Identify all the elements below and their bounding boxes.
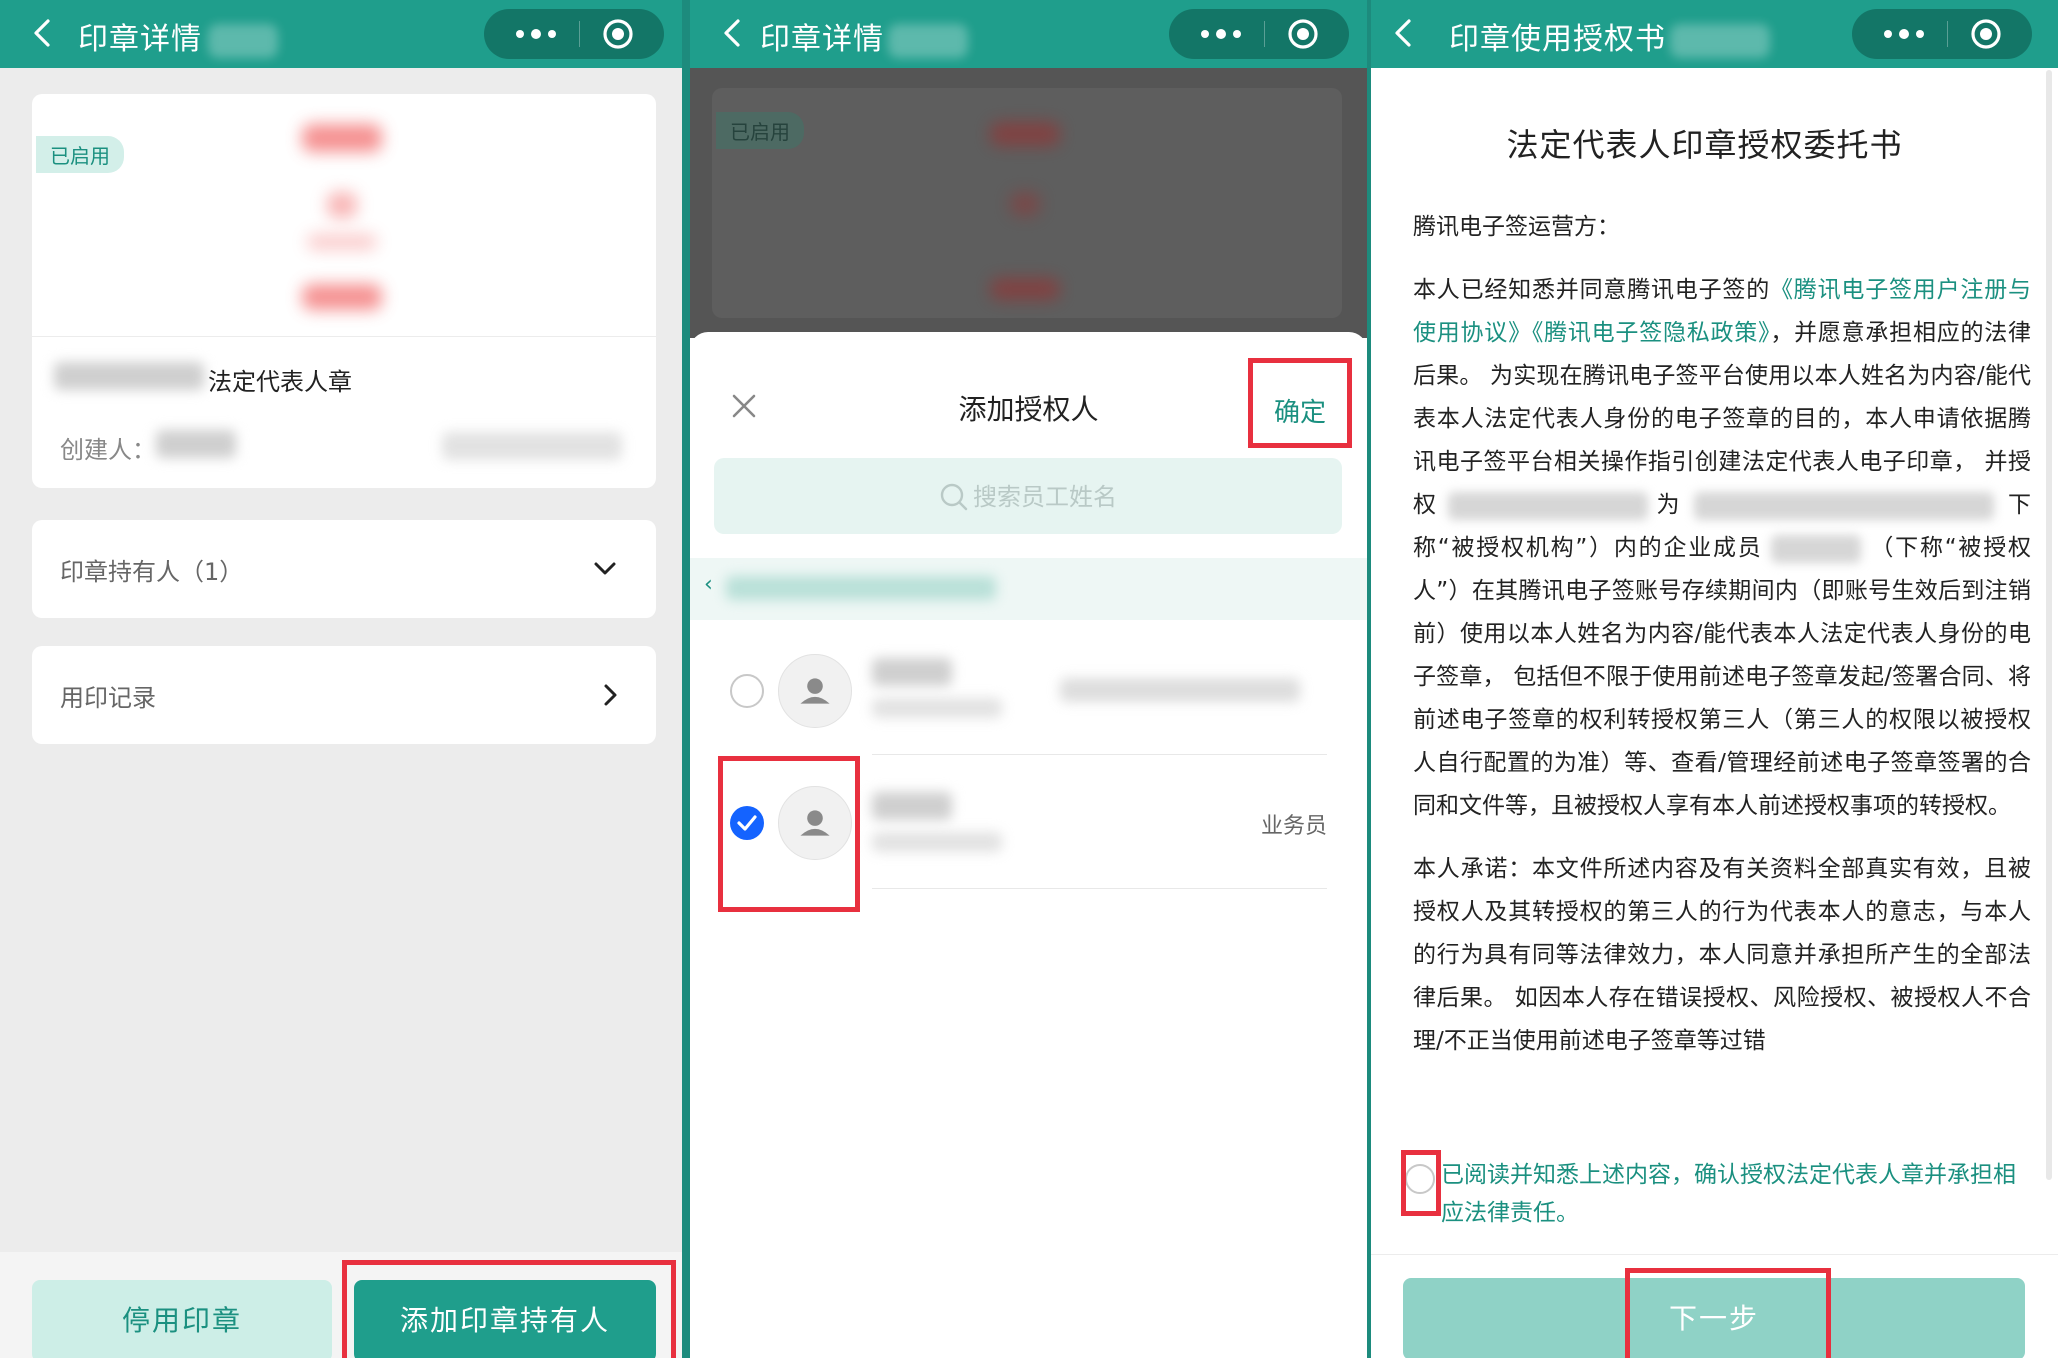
seal-image-blurred: [1010, 192, 1040, 216]
doc-text: （下称“被授权人”）在其腾讯电子签账号存续期间内（即账号生效后到注销前）使用以本…: [1413, 535, 2031, 819]
redacted-member-dept: [872, 698, 1002, 718]
scrollbar[interactable]: [2046, 70, 2052, 1180]
authorization-document: 腾讯电子签运营方： 本人已经知悉并同意腾讯电子签的《腾讯电子签用户注册与使用协议…: [1413, 206, 2031, 1083]
more-icon[interactable]: [1191, 22, 1251, 46]
capsule-divider: [579, 21, 580, 47]
redacted-date: [442, 432, 622, 460]
highlight-box: [1248, 358, 1352, 448]
close-miniapp-icon[interactable]: [602, 18, 634, 50]
miniapp-capsule: [1852, 9, 2032, 59]
capsule-divider: [1264, 21, 1265, 47]
member-radio[interactable]: [730, 674, 764, 708]
page-title: 印章详情: [78, 14, 278, 58]
seal-image-blurred: [302, 124, 382, 152]
close-miniapp-icon[interactable]: [1287, 18, 1319, 50]
avatar: [778, 654, 852, 728]
status-badge: 已启用: [716, 112, 804, 149]
search-input[interactable]: 搜索员工姓名: [714, 458, 1342, 534]
row-divider: [872, 754, 1327, 755]
back-arrow-icon[interactable]: [720, 18, 746, 47]
privacy-policy-link[interactable]: 《腾讯电子签隐私政策》: [1532, 320, 1770, 346]
highlight-box: [1401, 1150, 1441, 1216]
search-icon: [940, 483, 968, 511]
usage-records-row[interactable]: 用印记录: [32, 646, 656, 744]
redacted-text: [1670, 23, 1770, 58]
highlight-box: [1625, 1268, 1831, 1358]
redacted-company: [1693, 491, 1994, 520]
chevron-right-icon: [604, 684, 617, 706]
seal-name: 法定代表人章: [208, 368, 352, 396]
page-title-text: 印章详情: [78, 22, 202, 57]
seal-image-blurred: [990, 122, 1060, 146]
redacted-creator: [156, 430, 236, 458]
status-badge: 已启用: [36, 136, 124, 173]
authorization-letter-panel: 印章使用授权书 法定代表人印章授权委托书 腾讯电子签运营方： 本人已经知悉并同意…: [1371, 0, 2058, 1358]
seal-image-blurred: [307, 234, 377, 250]
redacted-member-name: [872, 792, 952, 820]
footer-divider: [1371, 1254, 2058, 1255]
redacted-text: [888, 23, 968, 58]
document-paragraph-1: 本人已经知悉并同意腾讯电子签的《腾讯电子签用户注册与使用协议》《腾讯电子签隐私政…: [1413, 269, 2031, 828]
seal-holders-label: 印章持有人（1）: [60, 558, 244, 586]
title-bar: 印章使用授权书: [1371, 0, 2058, 68]
redacted-member-dept: [872, 832, 1002, 852]
page-title: 印章详情: [760, 14, 968, 58]
creator-label: 创建人：: [60, 436, 156, 464]
document-paragraph-2: 本人承诺：本文件所述内容及有关资料全部真实有效，且被授权人及其转授权的第三人的行…: [1413, 856, 2031, 1054]
user-icon: [800, 678, 830, 704]
title-bar: 印章详情: [690, 0, 1367, 68]
search-placeholder: 搜索员工姓名: [973, 483, 1117, 511]
addressee: 腾讯电子签运营方：: [1413, 214, 1620, 240]
seal-detail-panel: 印章详情 已启用 法定代表人章 创建人： 印章持有人（1） 用印记录 停用印章 …: [0, 0, 682, 1358]
panel-divider: [682, 0, 690, 1358]
redacted-breadcrumb: [726, 576, 996, 600]
page-title-text: 印章详情: [760, 22, 884, 57]
agreement-text[interactable]: 已阅读并知悉上述内容，确认授权法定代表人章并承担相应法律责任。: [1441, 1156, 2031, 1232]
add-authorizer-panel: 印章详情 已启用 添加授权人 确定 搜索员工姓名 ‹ 业务员: [690, 0, 1367, 1358]
redacted-member-name: [872, 658, 952, 686]
doc-text: 本人已经知悉并同意腾讯电子签的: [1413, 277, 1770, 303]
seal-card: 已启用 法定代表人章 创建人：: [32, 94, 656, 488]
department-breadcrumb[interactable]: ‹: [690, 558, 1367, 620]
member-role: 业务员: [1260, 814, 1327, 839]
chevron-down-icon: [594, 562, 616, 575]
dimmed-background: 已启用: [690, 68, 1367, 338]
page-title: 印章使用授权书: [1449, 14, 1770, 58]
chevron-left-icon: ‹: [704, 572, 713, 597]
highlight-box: [718, 756, 860, 912]
redacted-member-info: [1060, 678, 1300, 702]
title-bar: 印章详情: [0, 0, 682, 68]
redacted-member: [1770, 534, 1861, 563]
page-title-text: 印章使用授权书: [1449, 22, 1666, 57]
seal-image-blurred: [327, 192, 357, 218]
back-arrow-icon[interactable]: [1391, 18, 1417, 47]
row-divider: [872, 888, 1327, 889]
capsule-divider: [1947, 21, 1948, 47]
card-divider: [32, 336, 656, 337]
add-authorizer-sheet: 添加授权人 确定 搜索员工姓名 ‹ 业务员: [690, 332, 1367, 1358]
highlight-box: [342, 1260, 676, 1358]
redacted-company: [1448, 491, 1649, 520]
miniapp-capsule: [1169, 9, 1349, 59]
redacted-company: [54, 362, 204, 390]
doc-text: ，并愿意承担相应的法律后果。 为实现在腾讯电子签平台使用以本人姓名为内容/能代表…: [1413, 320, 2032, 518]
document-title: 法定代表人印章授权委托书: [1506, 126, 1903, 164]
redacted-text: [208, 23, 278, 58]
seal-holders-row[interactable]: 印章持有人（1）: [32, 520, 656, 618]
seal-image-blurred: [990, 278, 1060, 300]
seal-image-blurred: [302, 284, 382, 310]
usage-records-label: 用印记录: [60, 684, 156, 712]
disable-seal-button[interactable]: 停用印章: [32, 1280, 332, 1358]
doc-text: 为: [1648, 492, 1688, 518]
back-arrow-icon[interactable]: [30, 18, 56, 47]
more-icon[interactable]: [1874, 22, 1934, 46]
close-miniapp-icon[interactable]: [1970, 18, 2002, 50]
miniapp-capsule: [484, 9, 664, 59]
more-icon[interactable]: [506, 22, 566, 46]
